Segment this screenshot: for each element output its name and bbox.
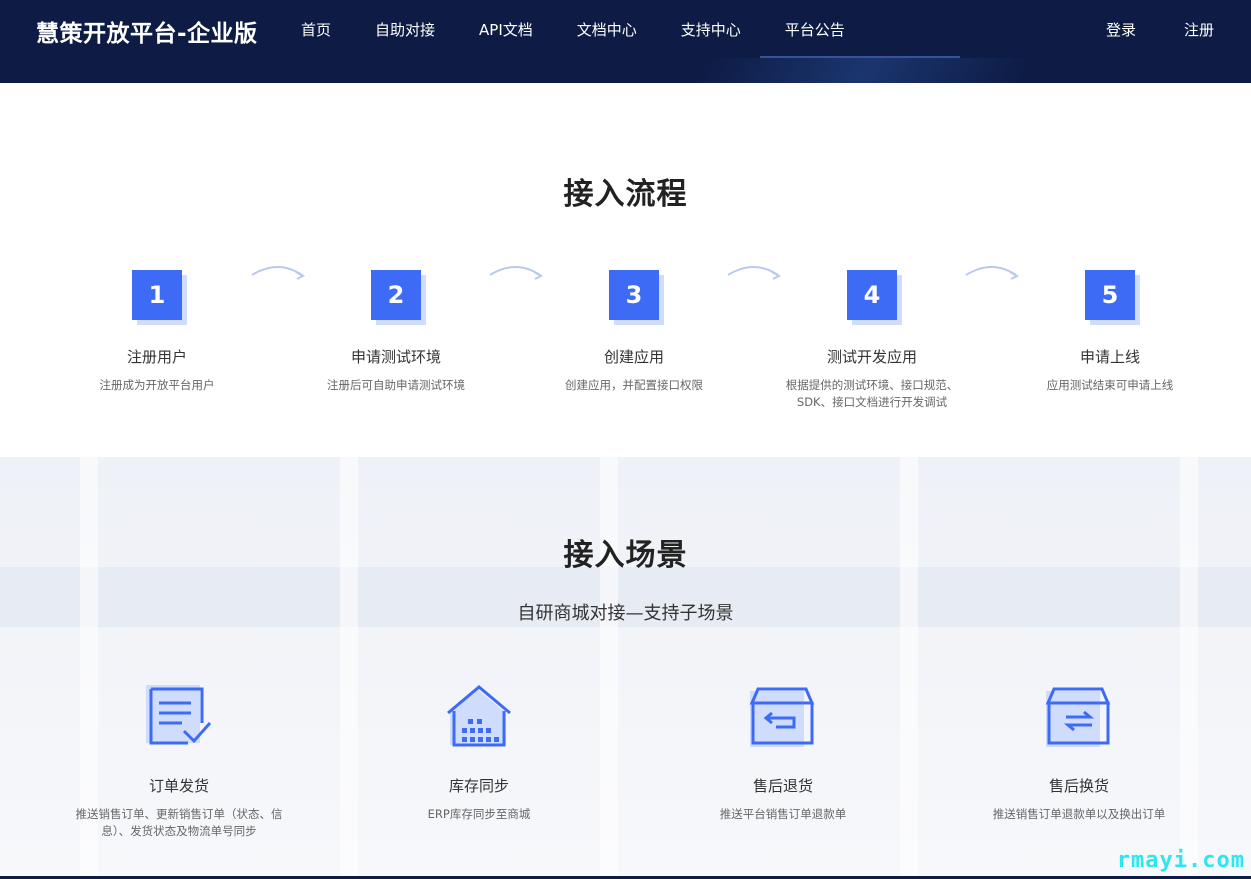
header-decoration — [688, 58, 1032, 83]
scenes-subtitle: 自研商城对接—支持子场景 — [517, 603, 734, 624]
process-step-2: 2 申请测试环境 注册后可自助申请测试环境 — [286, 270, 506, 394]
process-step-3: 3 创建应用 创建应用，并配置接口权限 — [524, 270, 744, 394]
step-number-badge: 2 — [371, 270, 426, 325]
step-number: 4 — [847, 270, 897, 320]
scene-desc: ERP库存同步至商城 — [427, 807, 531, 821]
brand-logo[interactable]: 慧策开放平台-企业版 — [36, 14, 258, 48]
scene-after-sale-return: 售后退货 推送平台销售订单退款单 — [663, 685, 903, 823]
watermark: rmayi.com — [1116, 848, 1245, 873]
step-label: 申请测试环境 — [350, 348, 441, 366]
process-step-4: 4 测试开发应用 根据提供的测试环境、接口规范、SDK、接口文档进行开发调试 — [762, 270, 982, 411]
nav-home[interactable]: 首页 — [301, 19, 331, 40]
step-desc: 注册成为开放平台用户 — [99, 378, 215, 392]
scene-label: 订单发货 — [148, 777, 209, 795]
step-desc: 根据提供的测试环境、接口规范、SDK、接口文档进行开发调试 — [785, 378, 959, 409]
process-step-5: 5 申请上线 应用测试结束可申请上线 — [1000, 270, 1220, 394]
step-number-badge: 3 — [609, 270, 664, 325]
scene-desc: 推送平台销售订单退款单 — [719, 807, 847, 821]
auth-links: 登录 注册 — [1058, 19, 1214, 40]
step-number-badge: 4 — [847, 270, 902, 325]
scene-inventory-sync: 库存同步 ERP库存同步至商城 — [359, 685, 599, 823]
top-header: 慧策开放平台-企业版 首页 自助对接 API文档 文档中心 支持中心 平台公告 … — [0, 0, 1251, 83]
scene-after-sale-exchange: 售后换货 推送销售订单退款单以及换出订单 — [959, 685, 1199, 823]
step-number-badge: 5 — [1085, 270, 1140, 325]
step-number-badge: 1 — [132, 270, 187, 325]
main-nav: 首页 自助对接 API文档 文档中心 支持中心 平台公告 — [301, 19, 889, 40]
process-section: 接入流程 1 注册用户 注册成为开放平台用户 2 申请测试环境 注册后可自助申请… — [0, 83, 1251, 457]
scene-label: 售后退货 — [752, 777, 813, 795]
step-label: 创建应用 — [603, 348, 664, 366]
scene-order-shipping: 订单发货 推送销售订单、更新销售订单（状态、信息）、发货状态及物流单号同步 — [59, 685, 299, 840]
step-number: 3 — [609, 270, 659, 320]
step-label: 注册用户 — [126, 348, 187, 366]
order-document-icon — [146, 685, 212, 745]
return-box-icon — [749, 687, 815, 747]
step-desc: 创建应用，并配置接口权限 — [565, 378, 703, 392]
scenes-title: 接入场景 — [563, 538, 688, 573]
process-step-1: 1 注册用户 注册成为开放平台用户 — [47, 270, 267, 394]
scene-desc: 推送销售订单、更新销售订单（状态、信息）、发货状态及物流单号同步 — [75, 807, 283, 838]
step-desc: 应用测试结束可申请上线 — [1046, 378, 1174, 392]
header-decoration-line — [760, 56, 960, 58]
nav-doc-center[interactable]: 文档中心 — [577, 19, 637, 40]
step-number: 5 — [1085, 270, 1135, 320]
background-decoration — [600, 457, 618, 879]
nav-support-center[interactable]: 支持中心 — [681, 19, 741, 40]
scene-desc: 推送销售订单退款单以及换出订单 — [992, 807, 1166, 821]
register-link[interactable]: 注册 — [1184, 19, 1214, 40]
nav-announcements[interactable]: 平台公告 — [785, 19, 845, 40]
step-label: 测试开发应用 — [826, 348, 917, 366]
background-decoration — [340, 457, 358, 879]
step-desc: 注册后可自助申请测试环境 — [327, 378, 465, 392]
step-number: 1 — [132, 270, 182, 320]
exchange-box-icon — [1045, 687, 1111, 747]
process-title: 接入流程 — [563, 177, 688, 212]
login-link[interactable]: 登录 — [1106, 19, 1136, 40]
nav-api-docs[interactable]: API文档 — [479, 19, 533, 40]
step-label: 申请上线 — [1079, 348, 1140, 366]
step-number: 2 — [371, 270, 421, 320]
scenes-section: 接入场景 自研商城对接—支持子场景 订单发货 推送销售订单、更新销售订单（状态、… — [0, 457, 1251, 879]
scene-label: 库存同步 — [448, 777, 509, 795]
scene-label: 售后换货 — [1048, 777, 1109, 795]
nav-self-integration[interactable]: 自助对接 — [375, 19, 435, 40]
warehouse-icon — [447, 685, 511, 747]
